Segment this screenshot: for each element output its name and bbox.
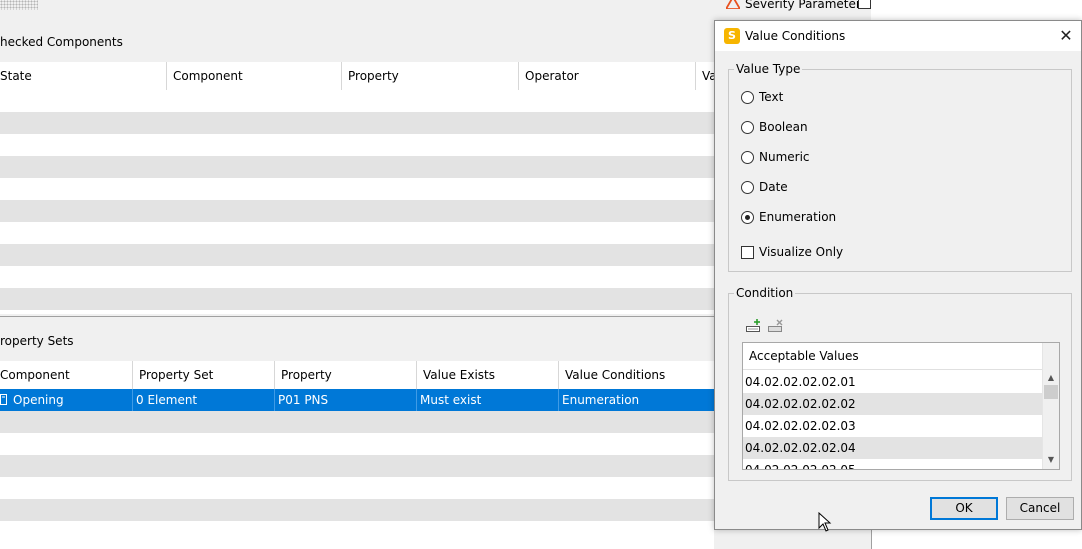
table-row[interactable] (0, 244, 714, 266)
col-property[interactable]: Property (274, 361, 416, 390)
list-item[interactable]: 04.02.02.02.02.05 (743, 459, 1043, 469)
list-item[interactable]: 04.02.02.02.02.02 (743, 393, 1043, 415)
radio-button[interactable] (741, 91, 754, 104)
dialog-title-bar[interactable]: S Value Conditions ✕ (715, 21, 1081, 51)
scroll-down-icon[interactable]: ▼ (1043, 453, 1059, 467)
radio-button[interactable] (741, 181, 754, 194)
condition-group: Condition Acceptable Values 04.02.02.02.… (728, 286, 1072, 481)
checked-components-grid[interactable]: State Component Property Operator Va (0, 62, 714, 314)
table-row[interactable] (0, 90, 714, 112)
table-row[interactable] (0, 222, 714, 244)
table-row[interactable] (0, 156, 714, 178)
list-scrollbar[interactable]: ▲ ▼ (1042, 343, 1059, 469)
cancel-button[interactable]: Cancel (1006, 497, 1074, 520)
component-icon (0, 394, 7, 405)
radio-button-selected[interactable] (741, 211, 754, 224)
remove-row-icon[interactable] (767, 317, 785, 335)
table-row[interactable] (0, 477, 714, 499)
condition-legend: Condition (734, 286, 796, 300)
table-row-selected[interactable]: Opening 0 Element P01 PNS Must exist Enu… (0, 389, 714, 411)
property-sets-title: roperty Sets (0, 334, 74, 348)
value-type-group: Value Type Text Boolean Numeric Date Enu… (728, 62, 1072, 272)
acceptable-values-header[interactable]: Acceptable Values (743, 343, 1043, 370)
table-row[interactable] (0, 134, 714, 156)
table-row[interactable] (0, 200, 714, 222)
panel-grip[interactable] (0, 0, 38, 10)
radio-label-date: Date (759, 180, 788, 194)
component-name: Opening (13, 393, 64, 407)
radio-label-text: Text (759, 90, 784, 104)
table-row[interactable] (0, 266, 714, 288)
mouse-cursor-icon (818, 512, 832, 532)
scroll-up-icon[interactable]: ▲ (1043, 371, 1059, 385)
table-row[interactable] (0, 433, 714, 455)
radio-label-boolean: Boolean (759, 120, 808, 134)
radio-button[interactable] (741, 151, 754, 164)
col-state[interactable]: State (0, 62, 166, 91)
col-value[interactable]: Va (695, 62, 714, 91)
checked-components-header: State Component Property Operator Va (0, 62, 714, 91)
checked-components-title: hecked Components (0, 35, 123, 49)
visualize-only-label: Visualize Only (759, 245, 844, 259)
severity-parameters-label: Severity Parameters (745, 0, 868, 11)
severity-parameters-checkbox[interactable] (858, 0, 871, 9)
col-component[interactable]: Component (166, 62, 341, 91)
radio-label-enumeration: Enumeration (759, 210, 837, 224)
list-item[interactable]: 04.02.02.02.02.03 (743, 415, 1043, 437)
scroll-thumb[interactable] (1044, 385, 1058, 399)
list-item[interactable]: 04.02.02.02.02.04 (743, 437, 1043, 459)
acceptable-values-list[interactable]: Acceptable Values 04.02.02.02.02.01 04.0… (742, 342, 1060, 470)
table-row[interactable] (0, 288, 714, 310)
ok-button[interactable]: OK (930, 497, 998, 520)
table-row[interactable] (0, 112, 714, 134)
value-conditions-dialog: S Value Conditions ✕ Value Type Text Boo… (714, 20, 1082, 530)
cell-component: Opening (0, 389, 132, 411)
col-property[interactable]: Property (341, 62, 518, 91)
table-row[interactable] (0, 455, 714, 477)
table-row[interactable] (0, 499, 714, 521)
property-sets-grid[interactable]: Component Property Set Property Value Ex… (0, 361, 714, 549)
cell-property: P01 PNS (274, 389, 416, 411)
table-row[interactable] (0, 178, 714, 200)
property-sets-header: Component Property Set Property Value Ex… (0, 361, 714, 390)
close-icon[interactable]: ✕ (1051, 21, 1081, 51)
visualize-only-checkbox[interactable] (741, 246, 754, 259)
col-operator[interactable]: Operator (518, 62, 695, 91)
radio-label-numeric: Numeric (759, 150, 810, 164)
list-item[interactable]: 04.02.02.02.02.01 (743, 371, 1043, 393)
col-value-conditions[interactable]: Value Conditions (558, 361, 714, 390)
cell-property-set: 0 Element (132, 389, 274, 411)
add-row-icon[interactable] (745, 317, 763, 335)
col-component[interactable]: Component (0, 361, 132, 390)
splitter[interactable] (0, 316, 715, 317)
app-icon: S (724, 28, 740, 44)
cell-value-exists: Must exist (416, 389, 558, 411)
col-value-exists[interactable]: Value Exists (416, 361, 558, 390)
cell-value-conditions: Enumeration (558, 389, 714, 411)
severity-warning-icon (726, 0, 740, 9)
col-property-set[interactable]: Property Set (132, 361, 274, 390)
radio-button[interactable] (741, 121, 754, 134)
dialog-title: Value Conditions (745, 29, 846, 43)
table-row[interactable] (0, 411, 714, 433)
table-row[interactable] (0, 521, 714, 543)
value-type-legend: Value Type (734, 62, 803, 76)
